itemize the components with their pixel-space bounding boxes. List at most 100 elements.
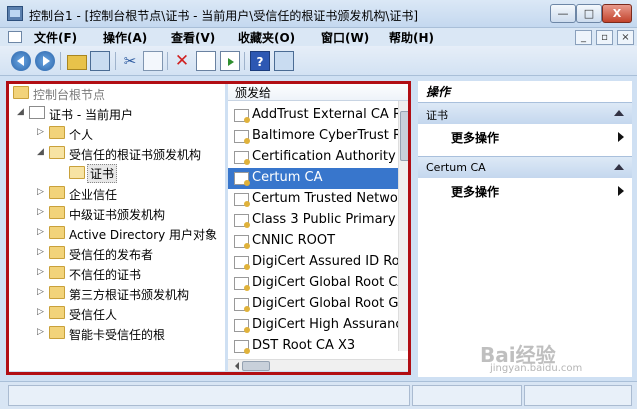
folder-icon [49,326,65,339]
show-hide-tree-icon[interactable] [90,51,110,71]
scrollbar-thumb[interactable] [400,111,410,161]
expand-icon[interactable]: ▷ [37,188,45,197]
export-icon[interactable] [220,51,240,71]
tree-item-untrusted[interactable]: ▷ 不信任的证书 [9,263,225,283]
forward-icon[interactable] [35,51,55,71]
list-item-label: AddTrust External CA Ro [252,107,398,122]
actions-pane: 操作 证书 更多操作 Certum CA 更多操作 [418,81,632,377]
cut-icon[interactable]: ✂ [120,51,140,71]
expand-icon[interactable]: ▷ [37,328,45,337]
list-item[interactable]: DigiCert Global Root CA [228,273,398,294]
list-item[interactable]: Baltimore CyberTrust Ro [228,126,398,147]
tree-item-trusted-root[interactable]: ◢ 受信任的根证书颁发机构 [9,143,225,163]
delete-icon[interactable]: ✕ [172,51,192,71]
more-actions-label: 更多操作 [451,185,500,199]
tree-item-intermediate-ca[interactable]: ▷ 中级证书颁发机构 [9,203,225,223]
certificate-icon [234,256,250,270]
tree-item-certificates[interactable]: 证书 [9,163,225,183]
menu-file[interactable]: 文件(F) [34,29,77,46]
actions-section-certificates[interactable]: 证书 [418,102,632,124]
tree-item-ad-user-object[interactable]: ▷ Active Directory 用户对象 [9,223,225,243]
expand-icon[interactable]: ▷ [37,208,45,217]
close-button[interactable]: X [602,4,632,23]
status-cell [8,385,410,406]
more-actions-item[interactable]: 更多操作 [418,180,632,202]
back-icon[interactable] [11,51,31,71]
tree-item-enterprise-trust[interactable]: ▷ 企业信任 [9,183,225,203]
folder-icon [13,86,29,99]
menu-view[interactable]: 查看(V) [171,29,215,46]
expand-icon[interactable]: ▷ [37,128,45,137]
tree-item-trusted-publishers[interactable]: ▷ 受信任的发布者 [9,243,225,263]
tree-item-personal[interactable]: ▷ 个人 [9,123,225,143]
show-hide-action-pane-icon[interactable] [274,51,294,71]
menu-help[interactable]: 帮助(H) [389,29,434,46]
list-item[interactable]: DigiCert High Assurance [228,315,398,336]
menu-window[interactable]: 窗口(W) [321,29,369,46]
list-item[interactable]: Certum Trusted Network [228,189,398,210]
certificate-icon [234,172,250,186]
mdi-close-button[interactable]: × [617,30,634,45]
tree-item-root[interactable]: 控制台根节点 [9,83,225,103]
properties-icon[interactable] [196,51,216,71]
certificate-icon [234,193,250,207]
scrollbar-thumb[interactable] [242,361,270,371]
folder-icon [49,246,65,259]
expand-icon[interactable]: ▷ [37,268,45,277]
up-folder-icon[interactable] [67,55,87,70]
column-header-issued-to[interactable]: 颁发给 [228,81,410,101]
collapse-icon[interactable]: ◢ [37,148,45,157]
help-icon[interactable]: ? [250,51,270,71]
vertical-scrollbar[interactable] [398,101,410,351]
certificate-list[interactable]: 颁发给 AddTrust External CA Ro Baltimore Cy… [228,81,410,371]
collapse-caret-icon[interactable] [614,110,624,116]
list-item[interactable]: DigiCert Global Root G2 [228,294,398,315]
list-item[interactable]: DST Root CA X3 [228,336,398,357]
tree-item-store[interactable]: ◢ 证书 - 当前用户 [9,103,225,123]
minimize-button[interactable]: — [550,4,576,23]
mdi-minimize-button[interactable]: _ [575,30,592,45]
mdi-restore-button[interactable]: ▫ [596,30,613,45]
more-actions-item[interactable]: 更多操作 [418,126,632,148]
toolbar-separator [115,52,116,70]
certificate-icon [234,319,250,333]
list-item[interactable]: CNNIC ROOT [228,231,398,252]
list-item-label: CNNIC ROOT [252,233,336,248]
maximize-button[interactable]: □ [576,4,602,23]
tree-item-smartcard-root[interactable]: ▷ 智能卡受信任的根 [9,323,225,343]
list-item-label: Certum Trusted Network [252,191,398,206]
folder-icon [49,286,65,299]
expand-icon[interactable]: ▷ [37,308,45,317]
tree-item-trusted-people[interactable]: ▷ 受信任人 [9,303,225,323]
tree-item-label: 证书 - 当前用户 [49,108,133,122]
status-cell [524,385,632,406]
list-item[interactable]: Class 3 Public Primary Ce [228,210,398,231]
expand-icon[interactable]: ▷ [37,288,45,297]
menu-favorites[interactable]: 收藏夹(O) [238,29,295,46]
scroll-left-icon[interactable] [231,362,239,370]
copy-icon[interactable] [143,51,163,71]
list-item-selected[interactable]: Certum CA [228,168,398,189]
expand-icon[interactable]: ▷ [37,228,45,237]
tree-item-third-party-root[interactable]: ▷ 第三方根证书颁发机构 [9,283,225,303]
list-item[interactable]: AddTrust External CA Ro [228,105,398,126]
list-item-label: DST Root CA X3 [252,338,356,353]
list-item-label: Class 3 Public Primary Ce [252,212,398,227]
console-tree[interactable]: 控制台根节点 ◢ 证书 - 当前用户 ▷ 个人 ◢ 受信任的根证书颁发机构 证书… [9,81,225,371]
collapse-caret-icon[interactable] [614,164,624,170]
mmc-app-icon [7,6,23,21]
toolbar-separator [60,52,61,70]
collapse-icon[interactable]: ◢ [17,108,25,117]
list-item-label: DigiCert Global Root CA [252,275,398,290]
certificate-icon [234,214,250,228]
actions-section-selected-cert[interactable]: Certum CA [418,156,632,178]
horizontal-scrollbar[interactable] [228,359,410,371]
toolbar-separator [167,52,168,70]
list-item[interactable]: Certification Authority of [228,147,398,168]
menu-action[interactable]: 操作(A) [103,29,147,46]
expand-icon[interactable]: ▷ [37,248,45,257]
list-item[interactable]: DigiCert Assured ID Roo [228,252,398,273]
document-icon[interactable] [8,31,22,43]
status-bar [0,381,637,409]
list-item-label: DigiCert High Assurance [252,317,398,332]
